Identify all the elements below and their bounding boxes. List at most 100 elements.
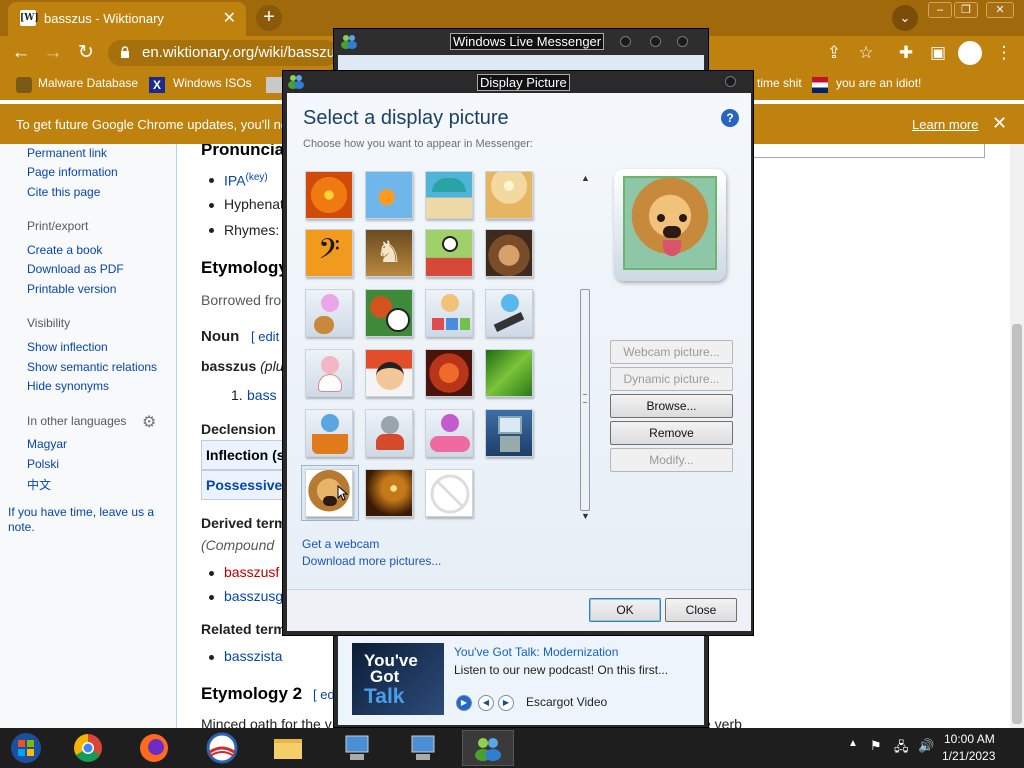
bookmark-you-are-an-idiot[interactable]: you are an idiot!: [836, 76, 921, 90]
sidebar-lang-chinese[interactable]: 中文: [27, 476, 51, 493]
picture-list-scrollbar[interactable]: ▲ ▼: [577, 173, 595, 521]
picture-goldfish[interactable]: [365, 171, 413, 219]
sidebar-lang-magyar[interactable]: Magyar: [27, 437, 67, 451]
sidebar-printable-version[interactable]: Printable version: [27, 282, 116, 296]
close-button[interactable]: Close: [665, 598, 737, 622]
dialog-close-button[interactable]: [725, 76, 736, 87]
messenger-minimize-button[interactable]: [620, 36, 631, 47]
profile-avatar-icon[interactable]: [958, 41, 982, 65]
tab-search-chevron-icon[interactable]: ⌄: [892, 5, 918, 31]
modify-button[interactable]: Modify...: [610, 448, 733, 472]
taskbar-explorer[interactable]: [262, 730, 314, 766]
previous-icon[interactable]: ◀: [478, 695, 494, 711]
picture-pink-buddy[interactable]: [425, 409, 473, 457]
play-icon[interactable]: ▶: [456, 695, 472, 711]
picture-robot-screen[interactable]: [485, 409, 533, 457]
picture-sports-balls[interactable]: [365, 289, 413, 337]
picture-guitar-alien[interactable]: [485, 289, 533, 337]
sidebar-lang-polski[interactable]: Polski: [27, 457, 59, 471]
picture-guitar-buddy[interactable]: [305, 289, 353, 337]
restore-button[interactable]: ❐: [954, 2, 978, 18]
taskbar-app-2[interactable]: [396, 730, 448, 766]
page-scrollbar-thumb[interactable]: [1012, 324, 1022, 724]
derived-term-1[interactable]: basszusf: [224, 564, 279, 580]
messenger-titlebar[interactable]: Windows Live Messenger: [334, 29, 708, 55]
browser-tab-active[interactable]: [W] basszus - Wiktionary ✕: [8, 2, 246, 36]
picture-chess-pawn[interactable]: [485, 171, 533, 219]
sidebar-cite-this-page[interactable]: Cite this page: [27, 185, 100, 199]
sidebar-note-line1[interactable]: If you have time, leave us a: [8, 505, 154, 519]
sidebar-permanent-link[interactable]: Permanent link: [27, 146, 107, 160]
picture-beach-umbrella[interactable]: [425, 171, 473, 219]
picture-bass-clef[interactable]: 𝄢: [305, 229, 353, 277]
share-icon[interactable]: ⇪: [822, 41, 846, 65]
remove-button[interactable]: Remove: [610, 421, 733, 445]
related-term-1[interactable]: basszista: [224, 648, 282, 664]
side-panel-icon[interactable]: ▣: [926, 41, 950, 65]
ok-button[interactable]: OK: [589, 598, 661, 622]
start-button[interactable]: [0, 730, 52, 766]
get-webcam-link[interactable]: Get a webcam: [302, 537, 379, 551]
picture-kitten[interactable]: [485, 229, 533, 277]
derived-term-2[interactable]: basszusg: [224, 588, 283, 604]
sidebar-download-pdf[interactable]: Download as PDF: [27, 262, 124, 276]
forward-arrow-icon[interactable]: →: [40, 40, 66, 66]
taskbar-obama-site[interactable]: [196, 730, 248, 766]
picture-starfish[interactable]: [425, 349, 473, 397]
picture-chess-pieces[interactable]: ♞: [365, 229, 413, 277]
taskbar-chrome[interactable]: [62, 730, 114, 766]
bookmark-star-icon[interactable]: ☆: [854, 41, 878, 65]
etymology2-edit-link[interactable]: [ ed: [313, 687, 335, 702]
action-center-flag-icon[interactable]: ⚑: [870, 738, 882, 754]
sidebar-hide-synonyms[interactable]: Hide synonyms: [27, 379, 109, 393]
back-arrow-icon[interactable]: ←: [8, 40, 34, 66]
minimize-button[interactable]: –: [928, 2, 952, 18]
dynamic-picture-button[interactable]: Dynamic picture...: [610, 367, 733, 391]
picture-soccer-buddy[interactable]: [425, 229, 473, 277]
taskbar-app-1[interactable]: [330, 730, 382, 766]
bookmark-time-shit[interactable]: time shit: [757, 76, 802, 90]
sense-bass-link[interactable]: bass: [247, 387, 277, 403]
infobar-close-icon[interactable]: ✕: [992, 113, 1007, 134]
picture-spiky-hair-boy[interactable]: [365, 349, 413, 397]
scroll-down-arrow-icon[interactable]: ▼: [581, 511, 590, 521]
scroll-up-arrow-icon[interactable]: ▲: [581, 173, 590, 183]
new-tab-button[interactable]: +: [256, 5, 282, 31]
next-icon[interactable]: ▶: [498, 695, 514, 711]
reload-icon[interactable]: ↻: [73, 40, 99, 66]
sidebar-note-line2[interactable]: note.: [8, 520, 35, 534]
messenger-maximize-button[interactable]: [650, 36, 661, 47]
promo-thumbnail[interactable]: You've Got Talk: [352, 643, 444, 715]
webcam-picture-button[interactable]: Webcam picture...: [610, 340, 733, 364]
taskbar-messenger[interactable]: [462, 730, 514, 766]
tab-close-icon[interactable]: ✕: [223, 8, 236, 28]
ipa-key-link[interactable]: (key): [246, 172, 268, 183]
sidebar-show-inflection[interactable]: Show inflection: [27, 340, 108, 354]
browse-button[interactable]: Browse...: [610, 394, 733, 418]
taskbar-firefox[interactable]: [128, 730, 180, 766]
network-icon[interactable]: 🖧: [894, 738, 909, 760]
clock-time[interactable]: 10:00 AM: [944, 732, 995, 746]
chrome-menu-icon[interactable]: ⋮: [992, 41, 1016, 65]
download-more-pictures-link[interactable]: Download more pictures...: [302, 554, 441, 568]
bookmark-malware-database[interactable]: Malware Database: [38, 76, 138, 90]
bookmark-windows-isos[interactable]: Windows ISOs: [173, 76, 252, 90]
picture-sparkles[interactable]: [365, 469, 413, 517]
sidebar-page-information[interactable]: Page information: [27, 165, 118, 179]
window-close-button[interactable]: ✕: [986, 2, 1014, 18]
picture-green-leaf[interactable]: [485, 349, 533, 397]
picture-orange-flower[interactable]: [305, 171, 353, 219]
learn-more-link[interactable]: Learn more: [912, 117, 978, 132]
extensions-puzzle-icon[interactable]: ✚: [894, 41, 918, 65]
picture-no-picture[interactable]: [425, 469, 473, 517]
sidebar-create-book[interactable]: Create a book: [27, 243, 102, 257]
language-settings-gear-icon[interactable]: ⚙: [142, 412, 156, 432]
volume-icon[interactable]: 🔊: [918, 738, 934, 754]
ipa-link[interactable]: IPA(key): [224, 172, 268, 189]
picture-basket-buddy[interactable]: [305, 409, 353, 457]
picture-robot-buddy[interactable]: [365, 409, 413, 457]
picture-plain-buddy[interactable]: [305, 349, 353, 397]
noun-edit-link[interactable]: [ edit: [251, 329, 279, 344]
clock-date[interactable]: 1/21/2023: [942, 749, 995, 763]
picture-list-scroll-thumb[interactable]: [580, 289, 590, 511]
